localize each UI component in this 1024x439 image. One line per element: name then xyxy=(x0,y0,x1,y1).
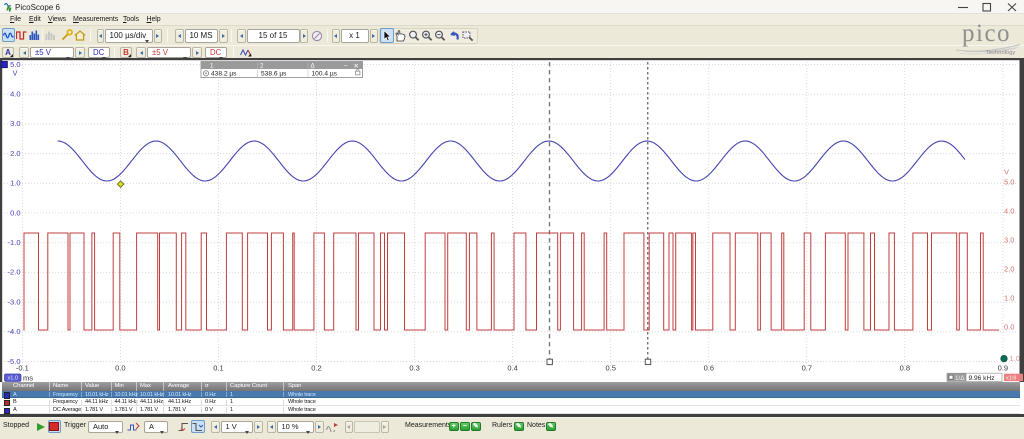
svg-text:x1.0: x1.0 xyxy=(7,376,17,382)
svg-text:-3.0: -3.0 xyxy=(8,297,21,306)
svg-text:0.4: 0.4 xyxy=(507,364,517,373)
svg-text:0.3: 0.3 xyxy=(409,364,419,373)
svg-text:2: 2 xyxy=(260,63,264,70)
svg-text:3.0: 3.0 xyxy=(10,119,20,128)
svg-text:4.0: 4.0 xyxy=(10,90,20,99)
svg-text:0.6: 0.6 xyxy=(704,364,714,373)
svg-text:1/Δ: 1/Δ xyxy=(955,375,965,382)
svg-text:0.2: 0.2 xyxy=(311,364,321,373)
svg-text:100.4 µs: 100.4 µs xyxy=(312,71,338,78)
svg-text:2.0: 2.0 xyxy=(1004,264,1014,273)
svg-text:1.0: 1.0 xyxy=(1010,354,1020,363)
svg-text:0.5: 0.5 xyxy=(605,364,615,373)
svg-text:2.0: 2.0 xyxy=(10,149,20,158)
svg-text:438.2 µs: 438.2 µs xyxy=(211,71,237,78)
svg-text:9.96 kHz: 9.96 kHz xyxy=(969,375,995,382)
svg-text:5.0: 5.0 xyxy=(1004,177,1014,186)
svg-text:1.0: 1.0 xyxy=(10,179,20,188)
svg-text:-2.0: -2.0 xyxy=(8,268,21,277)
svg-text:1.0: 1.0 xyxy=(1004,293,1014,302)
svg-text:-1.0: -1.0 xyxy=(8,238,21,247)
svg-text:–: – xyxy=(344,63,348,70)
svg-text:4.0: 4.0 xyxy=(1004,206,1014,215)
svg-text:V: V xyxy=(12,69,17,78)
svg-text:0.0: 0.0 xyxy=(1004,322,1014,331)
svg-text:V: V xyxy=(1004,168,1009,177)
svg-text:✕: ✕ xyxy=(354,63,359,70)
svg-text:0.0: 0.0 xyxy=(10,208,20,217)
svg-text:0.8: 0.8 xyxy=(900,364,910,373)
svg-text:0.0: 0.0 xyxy=(115,364,125,373)
svg-text:3.0: 3.0 xyxy=(1004,235,1014,244)
svg-text:x1/8: x1/8 xyxy=(1006,376,1016,382)
svg-text:538.6 µs: 538.6 µs xyxy=(261,71,287,78)
svg-text:5.0: 5.0 xyxy=(10,60,20,69)
svg-text:0.7: 0.7 xyxy=(802,364,812,373)
svg-text:0.9: 0.9 xyxy=(998,364,1008,373)
svg-text:-4.0: -4.0 xyxy=(8,327,21,336)
svg-text:-0.1: -0.1 xyxy=(16,364,29,373)
svg-text:1: 1 xyxy=(210,63,214,70)
svg-text:0.1: 0.1 xyxy=(213,364,223,373)
